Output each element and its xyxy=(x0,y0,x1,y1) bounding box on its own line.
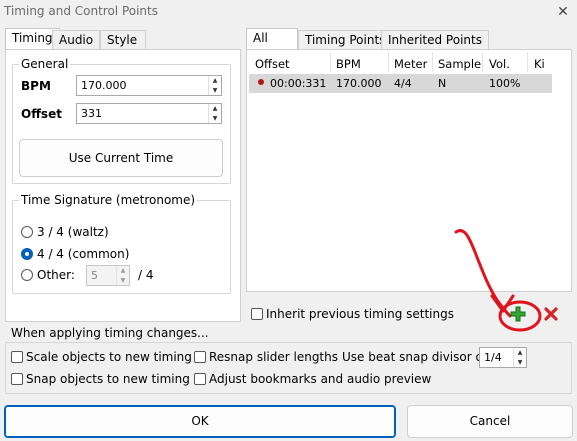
snap-objects-checkbox[interactable] xyxy=(11,373,23,385)
apply-section-header: When applying timing changes... xyxy=(11,326,209,340)
column-sample[interactable]: Sample xyxy=(438,57,481,71)
up-arrow-icon[interactable]: ▲ xyxy=(117,266,129,276)
ok-button[interactable]: OK xyxy=(4,405,396,438)
scale-objects-checkbox[interactable] xyxy=(11,351,23,363)
cancel-button[interactable]: Cancel xyxy=(407,405,573,438)
column-vol[interactable]: Vol. xyxy=(489,57,510,71)
other-meter-value: 5 xyxy=(91,269,98,282)
beat-snap-input[interactable]: 1/4 ▲ ▼ xyxy=(479,347,527,368)
tab-style[interactable]: Style xyxy=(100,30,146,50)
inherit-label: Inherit previous timing settings xyxy=(266,307,454,321)
resnap-sliders-checkbox[interactable] xyxy=(194,351,206,363)
radio-4-4-label: 4 / 4 (common) xyxy=(37,247,130,261)
general-legend: General xyxy=(19,57,71,71)
red-annotation-arrow-icon xyxy=(454,229,542,332)
tab-audio[interactable]: Audio xyxy=(52,30,101,50)
column-offset[interactable]: Offset xyxy=(255,57,290,71)
table-row[interactable]: 00:00:331 170.000 4/4 N 100% xyxy=(249,74,552,93)
tab-inherited-points[interactable]: Inherited Points xyxy=(381,30,489,50)
beat-snap-value: 1/4 xyxy=(484,351,502,364)
column-divider xyxy=(432,52,433,72)
tab-all[interactable]: All xyxy=(246,28,298,50)
row-vol: 100% xyxy=(489,77,521,90)
beat-snap-stepper[interactable]: ▲ ▼ xyxy=(513,348,526,367)
adjust-bookmarks-checkbox[interactable] xyxy=(194,373,206,385)
plus-icon[interactable] xyxy=(510,306,526,322)
snap-objects-label: Snap objects to new timing xyxy=(26,372,190,386)
close-icon[interactable]: ✕ xyxy=(553,2,573,22)
scale-objects-label: Scale objects to new timing xyxy=(26,350,192,364)
row-bpm: 170.000 xyxy=(336,77,382,90)
column-divider xyxy=(482,52,483,72)
beat-snap-label: Use beat snap divisor of xyxy=(342,350,488,364)
column-divider xyxy=(388,52,389,72)
title-bar: Timing and Control Points ✕ xyxy=(0,0,577,24)
delete-icon[interactable] xyxy=(543,306,559,322)
column-divider xyxy=(527,52,528,72)
time-signature-legend: Time Signature (metronome) xyxy=(19,193,198,207)
offset-value: 331 xyxy=(81,107,102,120)
adjust-bookmarks-label: Adjust bookmarks and audio preview xyxy=(209,372,432,386)
column-ki[interactable]: Ki xyxy=(534,57,545,71)
offset-label: Offset xyxy=(21,107,62,121)
up-arrow-icon[interactable]: ▲ xyxy=(209,104,221,114)
up-arrow-icon[interactable]: ▲ xyxy=(514,348,526,358)
resnap-sliders-label: Resnap slider lengths xyxy=(209,350,338,364)
column-meter[interactable]: Meter xyxy=(394,57,427,71)
bpm-value: 170.000 xyxy=(81,79,127,92)
window-title: Timing and Control Points xyxy=(4,4,158,18)
down-arrow-icon[interactable]: ▼ xyxy=(209,114,221,124)
use-current-time-button[interactable]: Use Current Time xyxy=(19,139,223,177)
row-sample: N xyxy=(438,77,447,90)
bpm-stepper[interactable]: ▲ ▼ xyxy=(208,76,221,95)
timing-point-dot-icon xyxy=(258,79,264,85)
radio-other-label: Other: xyxy=(37,268,75,282)
down-arrow-icon[interactable]: ▼ xyxy=(117,276,129,286)
other-meter-input[interactable]: 5 ▲ ▼ xyxy=(86,265,130,286)
offset-stepper[interactable]: ▲ ▼ xyxy=(208,104,221,123)
offset-input[interactable]: 331 ▲ ▼ xyxy=(76,103,222,124)
down-arrow-icon[interactable]: ▼ xyxy=(514,358,526,368)
bpm-input[interactable]: 170.000 ▲ ▼ xyxy=(76,75,222,96)
inherit-checkbox[interactable] xyxy=(251,308,263,320)
column-divider xyxy=(330,52,331,72)
radio-3-4[interactable] xyxy=(21,226,33,238)
radio-3-4-label: 3 / 4 (waltz) xyxy=(37,225,109,239)
tab-timing-points[interactable]: Timing Points xyxy=(298,30,393,50)
radio-4-4[interactable] xyxy=(21,248,33,260)
down-arrow-icon[interactable]: ▼ xyxy=(209,86,221,96)
bpm-label: BPM xyxy=(21,79,51,93)
radio-other[interactable] xyxy=(21,269,33,281)
row-offset: 00:00:331 xyxy=(270,77,327,90)
column-bpm[interactable]: BPM xyxy=(336,57,361,71)
other-meter-stepper[interactable]: ▲ ▼ xyxy=(116,266,129,285)
other-meter-suffix: / 4 xyxy=(138,268,154,282)
up-arrow-icon[interactable]: ▲ xyxy=(209,76,221,86)
row-meter: 4/4 xyxy=(394,77,412,90)
